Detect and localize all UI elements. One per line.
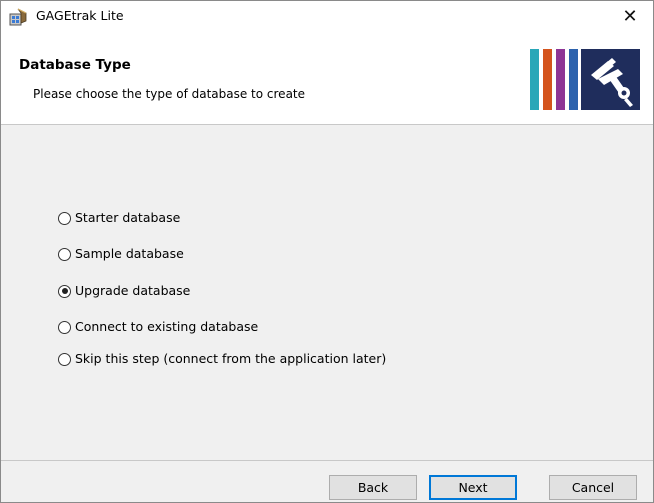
button-bar: Back Next Cancel — [1, 461, 653, 502]
radio-label: Skip this step (connect from the applica… — [75, 351, 387, 366]
title-bar[interactable]: GAGEtrak Lite ✕ — [1, 1, 653, 32]
logo-bar-blue — [569, 49, 578, 110]
installer-app-icon — [9, 8, 27, 26]
radio-button-circle[interactable] — [58, 284, 71, 298]
radio-connect-existing-database[interactable]: Connect to existing database — [58, 318, 258, 336]
radio-label: Sample database — [75, 246, 184, 261]
radio-skip-step[interactable]: Skip this step (connect from the applica… — [58, 350, 386, 368]
radio-button-circle[interactable] — [58, 247, 71, 261]
logo-bar-teal — [530, 49, 539, 110]
radio-label: Upgrade database — [75, 283, 191, 298]
logo-bar-purple — [556, 49, 565, 110]
back-button[interactable]: Back — [329, 475, 417, 500]
cancel-button[interactable]: Cancel — [549, 475, 637, 500]
installer-window: GAGEtrak Lite ✕ Database Type Please cho… — [0, 0, 654, 503]
radio-starter-database[interactable]: Starter database — [58, 209, 180, 227]
window-title: GAGEtrak Lite — [36, 8, 124, 23]
radio-label: Starter database — [75, 210, 181, 225]
radio-upgrade-database[interactable]: Upgrade database — [58, 282, 190, 300]
next-button[interactable]: Next — [429, 475, 517, 500]
radio-label: Connect to existing database — [75, 319, 259, 334]
close-icon: ✕ — [622, 6, 638, 27]
page-title: Database Type — [19, 57, 131, 73]
radio-sample-database[interactable]: Sample database — [58, 245, 184, 263]
close-button[interactable]: ✕ — [607, 1, 653, 32]
gagetrak-logo — [530, 49, 640, 110]
options-panel: Starter database Sample database Upgrade… — [1, 125, 653, 460]
radio-button-circle[interactable] — [58, 320, 71, 334]
logo-bar-orange — [543, 49, 552, 110]
radio-button-circle[interactable] — [58, 352, 71, 366]
page-subtitle: Please choose the type of database to cr… — [33, 87, 306, 101]
radio-button-circle[interactable] — [58, 211, 71, 225]
header-banner: Database Type Please choose the type of … — [1, 32, 653, 124]
